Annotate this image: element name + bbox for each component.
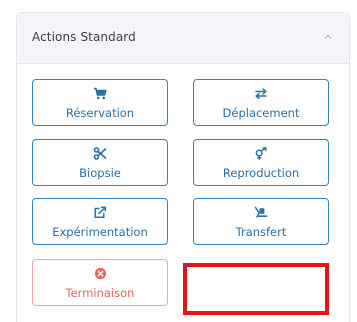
deplacement-label: Déplacement	[222, 106, 300, 120]
terminaison-label: Terminaison	[65, 286, 135, 300]
scissors-icon	[33, 147, 167, 160]
gender-symbol-icon	[194, 147, 328, 160]
panel-header[interactable]: Actions Standard	[17, 13, 349, 64]
transfert-label: Transfert	[235, 225, 287, 239]
reservation-label: Réservation	[65, 106, 135, 120]
transfert-button[interactable]: Transfert	[193, 198, 329, 245]
external-edit-icon	[33, 206, 167, 219]
reproduction-label: Reproduction	[222, 166, 300, 180]
cart-icon	[33, 87, 167, 100]
arrows-exchange-icon	[194, 87, 328, 100]
biopsie-button[interactable]: Biopsie	[32, 139, 168, 186]
experimentation-label: Expérimentation	[52, 225, 148, 239]
experimentation-button[interactable]: Expérimentation	[32, 198, 168, 245]
deplacement-button[interactable]: Déplacement	[193, 79, 329, 126]
highlight-box	[183, 263, 329, 315]
reservation-button[interactable]: Réservation	[32, 79, 168, 126]
reproduction-button[interactable]: Reproduction	[193, 139, 329, 186]
cancel-circle-icon	[33, 267, 167, 280]
panel-title: Actions Standard	[32, 30, 136, 44]
transfer-icon	[194, 206, 328, 219]
biopsie-label: Biopsie	[79, 166, 121, 180]
page: Actions Standard Réservation Déplacement	[0, 0, 357, 322]
chevron-up-icon[interactable]	[323, 33, 333, 41]
terminaison-button[interactable]: Terminaison	[32, 259, 168, 306]
